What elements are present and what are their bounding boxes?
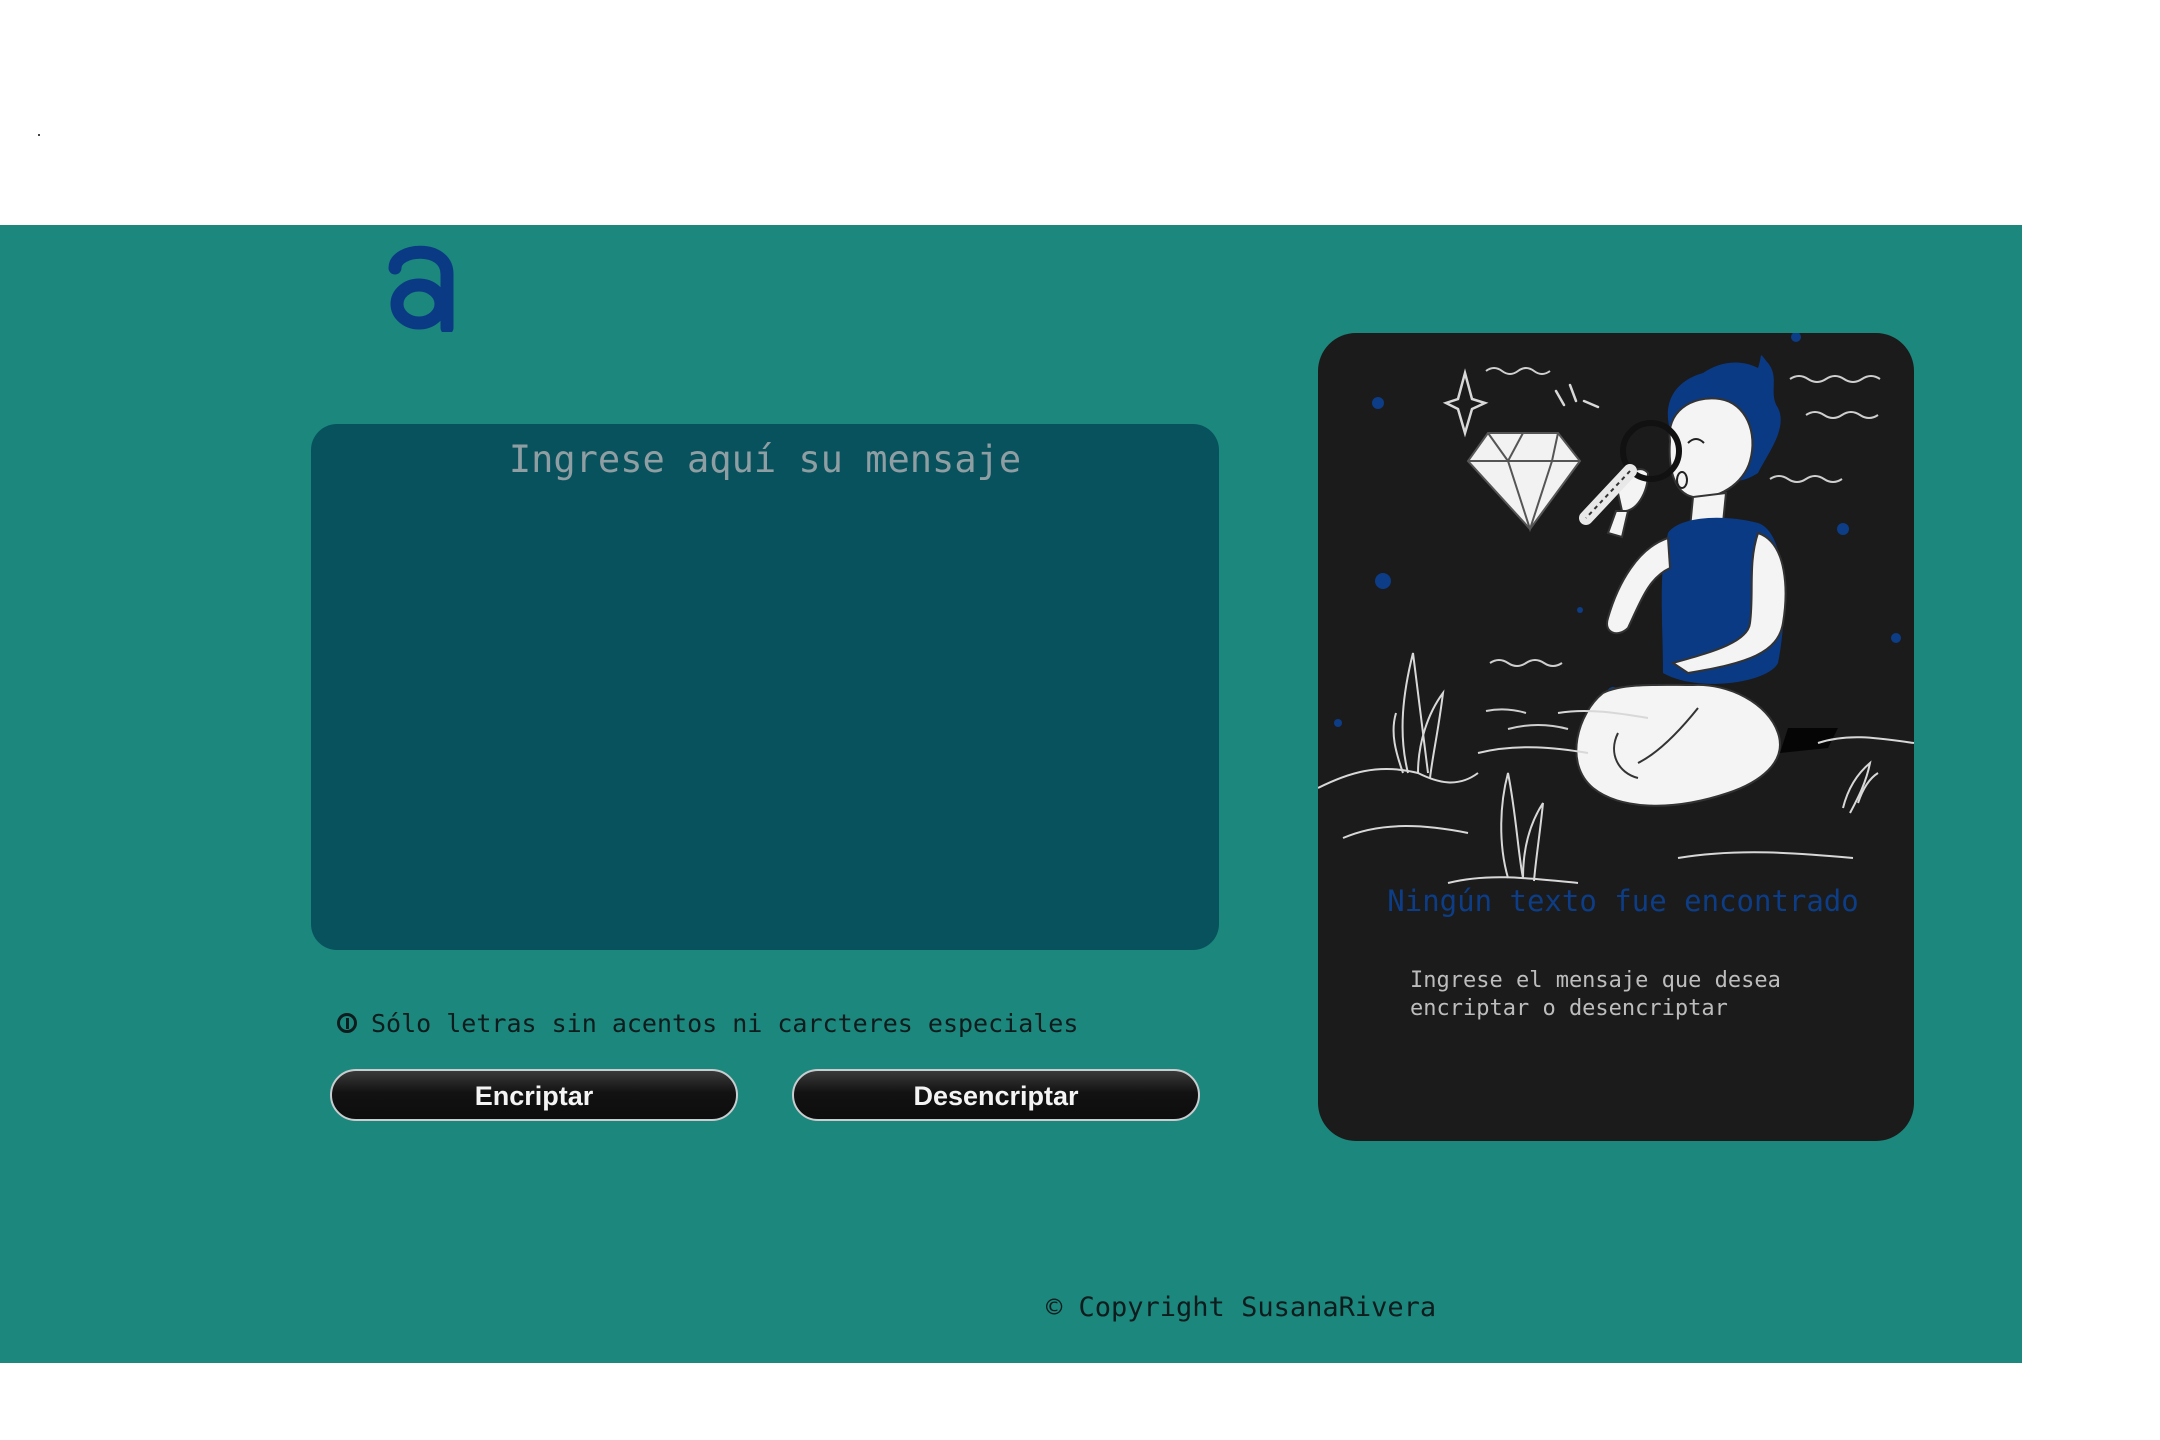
input-hint: Sólo letras sin acentos ni carcteres esp… bbox=[337, 1005, 1078, 1041]
no-message-illustration bbox=[1318, 333, 1914, 884]
info-icon bbox=[337, 1013, 357, 1033]
no-text-subtitle: Ingrese el mensaje que desea encriptar o… bbox=[1410, 968, 1781, 1021]
message-input[interactable] bbox=[311, 424, 1219, 950]
footer-copyright: © Copyright SusanaRivera bbox=[1046, 1292, 1437, 1323]
hint-text: Sólo letras sin acentos ni carcteres esp… bbox=[371, 1008, 1079, 1038]
no-text-title: Ningún texto fue encontrado bbox=[1387, 884, 1859, 918]
encrypt-button[interactable]: Encriptar bbox=[330, 1069, 738, 1121]
decrypt-button[interactable]: Desencriptar bbox=[792, 1069, 1200, 1121]
stray-pixel bbox=[38, 134, 40, 136]
logo bbox=[388, 245, 454, 332]
